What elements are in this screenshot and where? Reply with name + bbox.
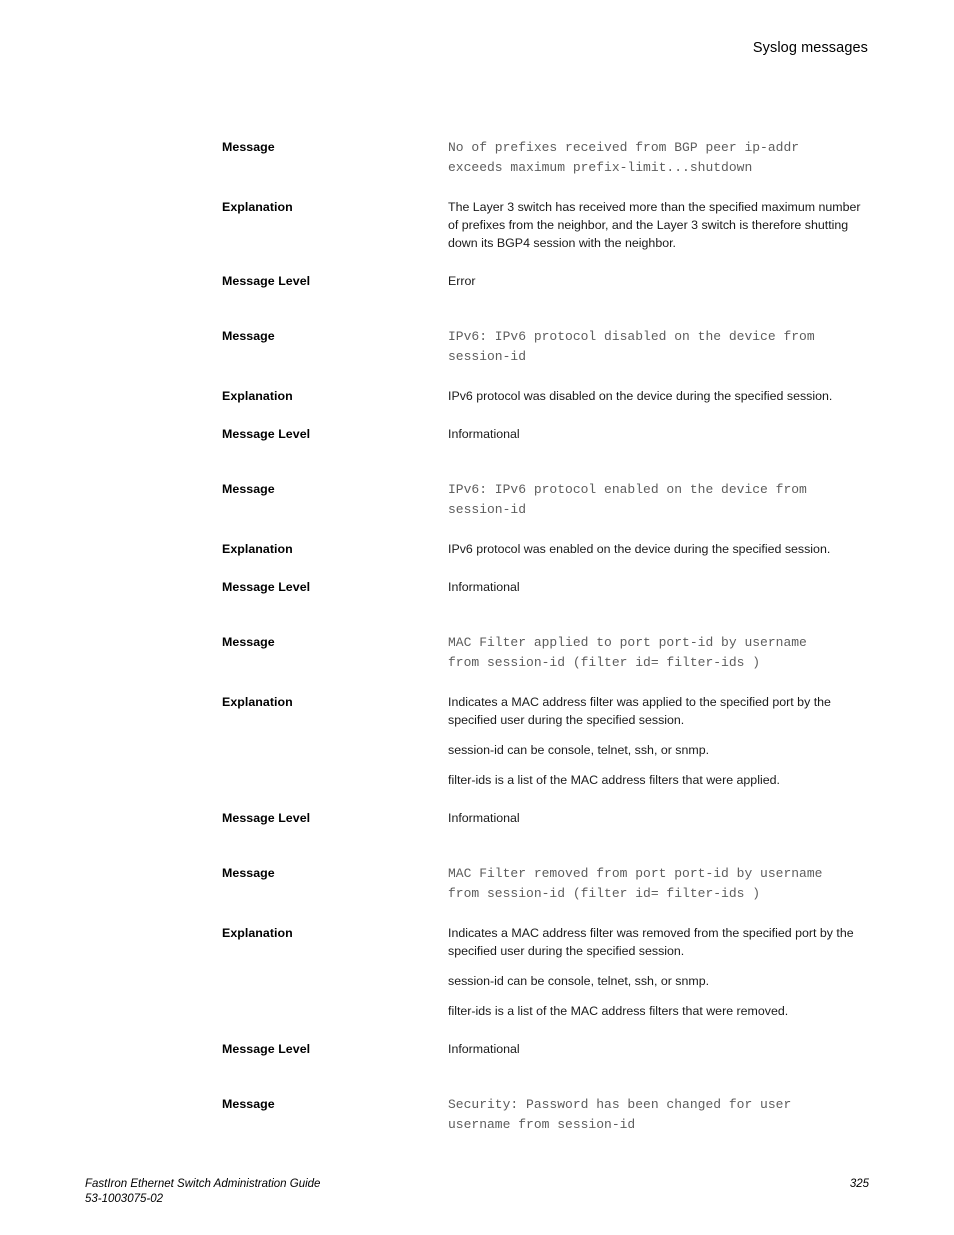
message-label: Message (222, 140, 275, 154)
explanation-paragraph: Indicates a MAC address filter was remov… (448, 926, 854, 958)
message-label: Message (222, 1097, 275, 1111)
message-level-row: Message Level Error (222, 272, 872, 291)
message-level-value: Informational (448, 427, 520, 441)
message-text: No of prefixes received from BGP peer ip… (448, 140, 800, 175)
message-level-value: Informational (448, 811, 520, 825)
explanation-text: Indicates a MAC address filter was remov… (448, 924, 872, 1020)
explanation-paragraph: IPv6 protocol was enabled on the device … (448, 542, 831, 556)
message-row: Message MAC Filter removed from port port… (222, 864, 872, 904)
syslog-message-block: Message IPv6: IPv6 protocol disabled on t… (222, 327, 872, 444)
footer-guide-title: FastIron Ethernet Switch Administration … (85, 1178, 321, 1190)
syslog-message-block: Message MAC Filter applied to port port-i… (222, 633, 872, 828)
explanation-row: Explanation Indicates a MAC address filte… (222, 693, 872, 789)
message-row: Message No of prefixes received from BGP … (222, 138, 872, 178)
message-row: Message IPv6: IPv6 protocol enabled on th… (222, 480, 872, 520)
explanation-paragraph: session-id can be console, telnet, ssh, … (448, 743, 710, 757)
explanation-label: Explanation (222, 542, 293, 556)
explanation-paragraph: session-id can be console, telnet, ssh, … (448, 974, 710, 988)
footer-document-number: 53-1003075-02 (85, 1193, 164, 1205)
syslog-message-block: Message No of prefixes received from BGP … (222, 138, 872, 291)
message-text: Security: Password has been changed for … (448, 1097, 792, 1132)
message-level-label: Message Level (222, 580, 311, 594)
explanation-paragraph: filter-ids is a list of the MAC address … (448, 1004, 789, 1018)
syslog-message-block: Message MAC Filter removed from port port… (222, 864, 872, 1059)
message-label: Message (222, 635, 275, 649)
page-footer: FastIron Ethernet Switch Administration … (85, 1177, 869, 1207)
message-level-row: Message Level Informational (222, 578, 872, 597)
explanation-row: Explanation IPv6 protocol was disabled on… (222, 387, 872, 405)
explanation-paragraph: The Layer 3 switch has received more tha… (448, 200, 861, 250)
footer-document-info: FastIron Ethernet Switch Administration … (85, 1177, 320, 1207)
message-label: Message (222, 866, 275, 880)
message-level-label: Message Level (222, 427, 311, 441)
message-text: MAC Filter removed from port port-id by … (448, 866, 823, 901)
explanation-text: Indicates a MAC address filter was appli… (448, 693, 872, 789)
running-header: Syslog messages (752, 40, 868, 56)
explanation-label: Explanation (222, 389, 293, 403)
message-level-row: Message Level Informational (222, 1040, 872, 1059)
explanation-text: IPv6 protocol was enabled on the device … (448, 540, 872, 558)
syslog-message-block: Message IPv6: IPv6 protocol enabled on th… (222, 480, 872, 597)
message-level-value: Error (448, 274, 476, 288)
message-level-row: Message Level Informational (222, 425, 872, 444)
explanation-row: Explanation Indicates a MAC address filte… (222, 924, 872, 1020)
message-label: Message (222, 329, 275, 343)
message-row: Message Security: Password has been chang… (222, 1095, 872, 1135)
message-level-label: Message Level (222, 811, 311, 825)
message-label: Message (222, 482, 275, 496)
footer-page-number: 325 (849, 1178, 869, 1190)
message-row: Message MAC Filter applied to port port-i… (222, 633, 872, 673)
message-level-value: Informational (448, 1042, 520, 1056)
message-text: IPv6: IPv6 protocol enabled on the devic… (448, 482, 807, 517)
message-row: Message IPv6: IPv6 protocol disabled on t… (222, 327, 872, 367)
explanation-label: Explanation (222, 695, 293, 709)
syslog-message-block: Message Security: Password has been chang… (222, 1095, 872, 1135)
message-text: MAC Filter applied to port port-id by us… (448, 635, 807, 670)
explanation-text: The Layer 3 switch has received more tha… (448, 198, 872, 252)
message-level-label: Message Level (222, 274, 311, 288)
explanation-row: Explanation The Layer 3 switch has receiv… (222, 198, 872, 252)
message-level-value: Informational (448, 580, 520, 594)
message-level-row: Message Level Informational (222, 809, 872, 828)
explanation-row: Explanation IPv6 protocol was enabled on … (222, 540, 872, 558)
message-text: IPv6: IPv6 protocol disabled on the devi… (448, 329, 815, 364)
explanation-label: Explanation (222, 200, 293, 214)
explanation-paragraph: IPv6 protocol was disabled on the device… (448, 389, 833, 403)
explanation-text: IPv6 protocol was disabled on the device… (448, 387, 872, 405)
explanation-paragraph: Indicates a MAC address filter was appli… (448, 695, 831, 727)
message-level-label: Message Level (222, 1042, 311, 1056)
explanation-paragraph: filter-ids is a list of the MAC address … (448, 773, 780, 787)
explanation-label: Explanation (222, 926, 293, 940)
syslog-message-list: Message No of prefixes received from BGP … (222, 138, 872, 1135)
document-page: Syslog messages Message No of prefixes re… (0, 0, 954, 1235)
